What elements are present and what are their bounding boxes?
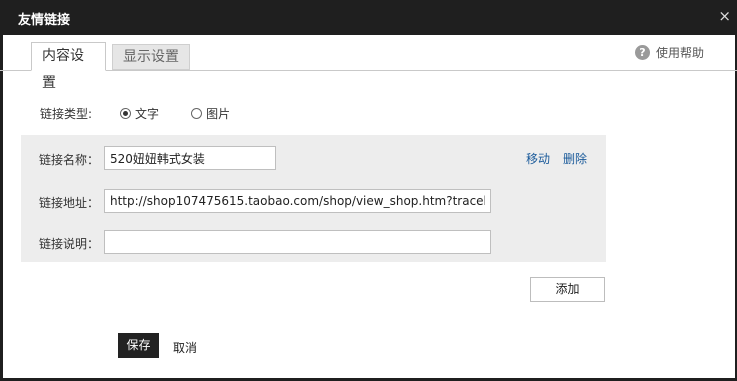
radio-text-label: 文字 xyxy=(135,107,160,121)
add-button[interactable]: 添加 xyxy=(530,277,605,302)
link-type-label: 链接类型: xyxy=(40,107,93,121)
dialog-title: 友情链接 xyxy=(18,13,71,28)
save-button[interactable]: 保存 xyxy=(118,333,159,358)
link-desc-label: 链接说明： xyxy=(39,237,100,251)
close-icon[interactable]: × xyxy=(718,7,731,25)
link-url-input[interactable] xyxy=(104,189,491,213)
tab-bar: 内容设置 显示设置 xyxy=(0,35,737,91)
help-label: 使用帮助 xyxy=(655,46,704,60)
link-type-row: 链接类型: 文字 图片 xyxy=(40,105,230,122)
radio-image-circle[interactable] xyxy=(191,108,203,119)
cancel-button[interactable]: 取消 xyxy=(173,339,197,356)
move-link[interactable]: 移动 xyxy=(526,150,550,167)
radio-text[interactable]: 文字 xyxy=(120,105,159,122)
help-icon: ? xyxy=(634,45,650,60)
link-name-label: 链接名称： xyxy=(39,153,100,167)
link-name-input[interactable] xyxy=(104,146,276,170)
delete-link[interactable]: 删除 xyxy=(563,150,587,167)
radio-text-circle[interactable] xyxy=(120,108,132,119)
help-link[interactable]: ? 使用帮助 xyxy=(634,44,704,61)
link-desc-input[interactable] xyxy=(104,230,491,254)
link-item-panel: 链接名称： 移动 删除 链接地址： 链接说明： xyxy=(21,135,606,262)
radio-image[interactable]: 图片 xyxy=(191,105,230,122)
tab-display-settings[interactable]: 显示设置 xyxy=(112,44,190,70)
link-url-label: 链接地址： xyxy=(39,196,100,210)
dialog-titlebar: 友情链接 × xyxy=(0,0,737,35)
tab-content-settings[interactable]: 内容设置 xyxy=(31,42,106,91)
radio-image-label: 图片 xyxy=(206,107,231,121)
dialog-left-border xyxy=(0,35,3,381)
